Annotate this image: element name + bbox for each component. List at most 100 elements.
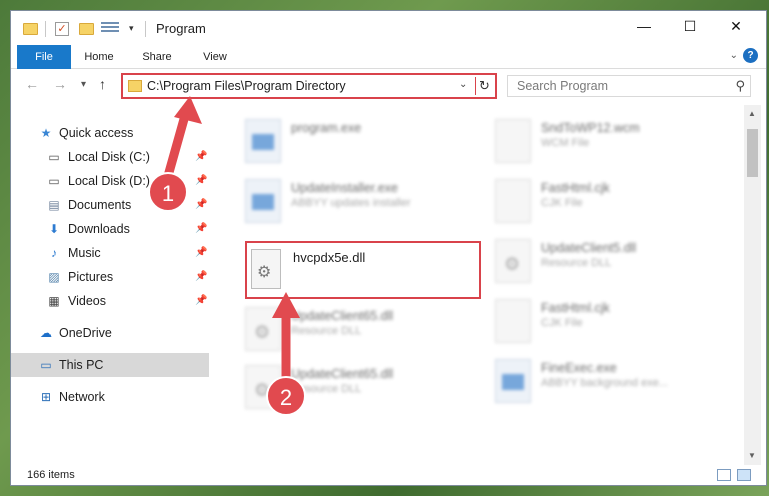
maximize-button[interactable]: ☐ [667,11,713,41]
navigation-pane: ★ Quick access ▭ Local Disk (C:) 📌 ▭ Loc… [11,105,209,465]
pictures-icon: ▨ [48,270,60,284]
title-bar: ✓ ▾ Program — ☐ ✕ [11,11,766,45]
file-item[interactable]: FastHtml.cjk CJK File [489,295,719,353]
drive-icon: ▭ [48,150,60,164]
file-item[interactable]: UpdateClient65.dll Resource DLL [239,303,469,361]
minimize-button[interactable]: — [621,11,667,41]
sidebar-item-videos[interactable]: ▦ Videos 📌 [11,289,209,313]
pin-icon[interactable]: 📌 [195,223,207,234]
sidebar-item-onedrive[interactable]: ☁ OneDrive [11,321,209,345]
music-icon: ♪ [51,246,57,260]
highlighted-file-item[interactable]: hvcpdx5e.dll [245,241,481,299]
toolbar-separator [45,21,46,37]
file-type: WCM File [541,137,590,149]
sidebar-item-label: This PC [59,358,104,372]
up-arrow-icon[interactable]: ↑ [99,76,106,92]
expand-ribbon-icon[interactable]: ⌄ [730,50,738,61]
file-name: FineExec.exe [541,361,617,375]
pin-icon[interactable]: 📌 [195,151,207,162]
back-arrow-icon[interactable]: ← [25,76,39,92]
details-view-icon[interactable] [717,469,731,481]
sidebar-item-label: Local Disk (D:) [68,174,150,188]
pin-icon[interactable]: 📌 [195,271,207,282]
scroll-up-icon[interactable]: ▲ [748,109,756,118]
sidebar-item-music[interactable]: ♪ Music 📌 [11,241,209,265]
sidebar-item-local-disk-c[interactable]: ▭ Local Disk (C:) 📌 [11,145,209,169]
exe-file-icon [495,359,531,403]
ribbon-tabs: File Home Share View ⌄ ? [11,45,766,69]
sidebar-item-downloads[interactable]: ⬇ Downloads 📌 [11,217,209,241]
item-count: 166 items [27,469,75,481]
sidebar-item-this-pc[interactable]: ▭ This PC [11,353,209,377]
sidebar-item-label: Documents [68,198,132,212]
documents-icon: ▤ [48,198,60,212]
file-name: UpdateInstaller.exe [291,181,399,195]
file-item[interactable]: UpdateInstaller.exe ABBYY updates instal… [239,175,469,233]
file-type: CJK File [541,197,583,209]
computer-icon: ▭ [40,358,52,372]
address-dropdown-icon[interactable]: ⌄ [459,79,467,90]
file-type: Resource DLL [291,325,362,337]
toolbar-separator [145,21,146,37]
drive-icon: ▭ [48,174,60,188]
tab-view[interactable]: View [193,45,237,69]
pin-icon[interactable]: 📌 [195,199,207,210]
file-item[interactable]: FineExec.exe ABBYY background exe... [489,355,719,413]
customize-toolbar-icon[interactable] [101,22,119,36]
pin-icon[interactable]: 📌 [195,175,207,186]
sidebar-item-network[interactable]: ⊞ Network [11,385,209,409]
vertical-scrollbar[interactable]: ▲ ▼ [744,105,761,465]
chevron-down-icon[interactable]: ▾ [129,23,134,41]
large-icons-view-icon[interactable] [737,469,751,481]
properties-check-icon[interactable]: ✓ [55,22,69,36]
new-folder-icon[interactable] [79,23,94,35]
exe-file-icon [245,119,281,163]
sidebar-item-label: Downloads [68,222,130,236]
file-type: CJK File [541,317,583,329]
star-icon: ★ [40,126,52,140]
sidebar-item-pictures[interactable]: ▨ Pictures 📌 [11,265,209,289]
tab-home[interactable]: Home [77,45,121,69]
refresh-icon[interactable]: ↻ [479,78,490,94]
file-name: program.exe [291,121,362,135]
search-input[interactable]: Search Program ⚲ [507,75,751,97]
step-marker-1: 1 [148,172,188,212]
step-marker-2: 2 [266,376,306,416]
sidebar-item-label: Videos [68,294,106,308]
file-item[interactable]: UpdateClient5.dll Resource DLL [489,235,719,293]
pin-icon[interactable]: 📌 [195,247,207,258]
search-placeholder: Search Program [517,79,609,93]
search-icon[interactable]: ⚲ [735,78,745,94]
file-name: UpdateClient5.dll [541,241,637,255]
folder-icon [128,80,142,92]
tab-share[interactable]: Share [135,45,179,69]
file-name: FastHtml.cjk [541,181,610,195]
sidebar-item-quick-access[interactable]: ★ Quick access [11,121,209,145]
sidebar-item-label: Local Disk (C:) [68,150,150,164]
address-bar[interactable]: C:\Program Files\Program Directory ⌄ ↻ [121,73,497,99]
exe-file-icon [245,179,281,223]
dll-file-icon [245,307,281,351]
videos-icon: ▦ [48,294,60,308]
scrollbar-thumb[interactable] [747,129,758,177]
file-item[interactable]: SndToWP12.wcm WCM File [489,115,719,173]
dll-file-icon [251,249,281,289]
scroll-down-icon[interactable]: ▼ [748,451,756,460]
recent-locations-icon[interactable]: ▾ [81,79,86,90]
sidebar-item-label: Pictures [68,270,114,284]
file-type: ABBYY background exe... [541,377,668,389]
forward-arrow-icon[interactable]: → [53,76,67,92]
navigation-bar: ← → ▾ ↑ C:\Program Files\Program Directo… [11,70,766,102]
file-icon [495,179,531,223]
pin-icon[interactable]: 📌 [195,295,207,306]
address-path[interactable]: C:\Program Files\Program Directory [147,79,346,93]
close-button[interactable]: ✕ [713,11,759,41]
file-item[interactable]: program.exe [239,115,469,173]
dll-file-icon [495,239,531,283]
file-icon [495,299,531,343]
file-name: FastHtml.cjk [541,301,610,315]
file-item[interactable]: FastHtml.cjk CJK File [489,175,719,233]
tab-file[interactable]: File [17,45,71,69]
help-icon[interactable]: ? [743,48,758,63]
sidebar-item-label: OneDrive [59,326,112,340]
